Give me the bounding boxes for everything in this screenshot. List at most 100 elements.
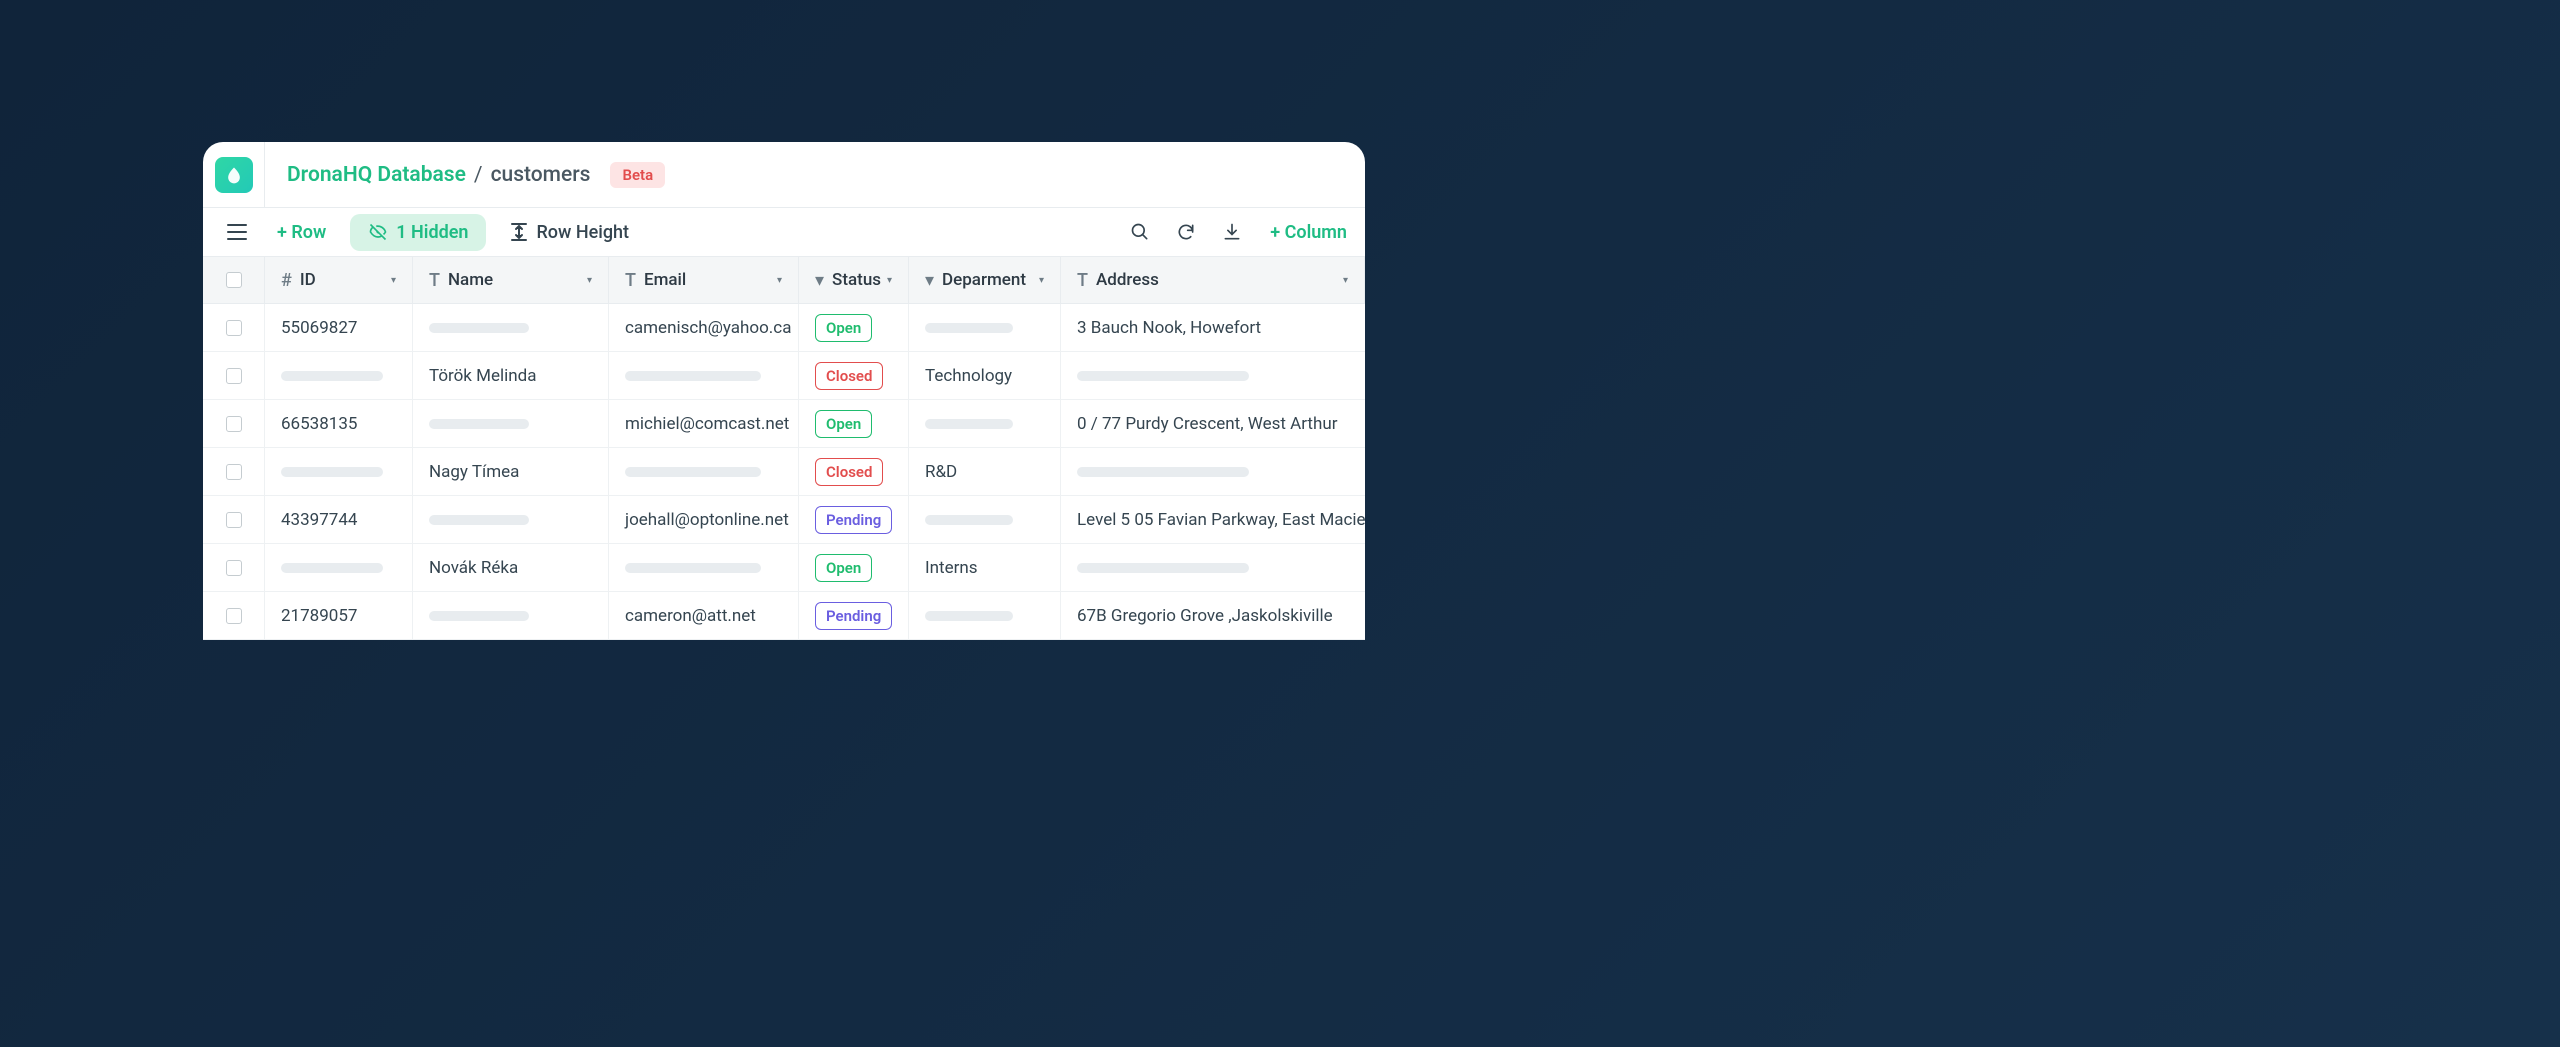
status-badge: Closed: [815, 362, 883, 390]
row-select-cell[interactable]: [203, 544, 265, 591]
row-select-cell[interactable]: [203, 400, 265, 447]
row-height-label: Row Height: [536, 222, 629, 243]
column-header-email[interactable]: T Email ▾: [609, 257, 799, 303]
add-column-button[interactable]: + Column: [1262, 222, 1347, 243]
checkbox-icon[interactable]: [226, 560, 242, 576]
cell-id[interactable]: 43397744: [265, 496, 413, 543]
checkbox-icon[interactable]: [226, 512, 242, 528]
cell-name[interactable]: [413, 400, 609, 447]
cell-status[interactable]: Pending: [799, 496, 909, 543]
skeleton-placeholder: [1077, 371, 1249, 381]
checkbox-icon[interactable]: [226, 608, 242, 624]
row-select-cell[interactable]: [203, 448, 265, 495]
column-header-id[interactable]: # ID ▾: [265, 257, 413, 303]
cell-status[interactable]: Pending: [799, 592, 909, 639]
cell-name[interactable]: Novák Réka: [413, 544, 609, 591]
cell-address[interactable]: 0 / 77 Purdy Crescent, West Arthur: [1061, 400, 1365, 447]
cell-status[interactable]: Open: [799, 544, 909, 591]
table-row[interactable]: 55069827 camenisch@yahoo.caOpen 3 Bauch No…: [203, 304, 1365, 352]
column-header-status[interactable]: ▾ Status ▾: [799, 257, 909, 303]
cell-id[interactable]: [265, 352, 413, 399]
skeleton-placeholder: [625, 371, 761, 381]
cell-status[interactable]: Open: [799, 400, 909, 447]
cell-address[interactable]: 67B Gregorio Grove ,Jaskolskiville: [1061, 592, 1365, 639]
cell-email[interactable]: cameron@att.net: [609, 592, 799, 639]
cell-department[interactable]: [909, 304, 1061, 351]
chevron-down-icon[interactable]: ▾: [587, 275, 592, 286]
column-label: Address: [1096, 270, 1159, 290]
filter-icon: ▾: [925, 270, 934, 291]
text-type-icon: T: [429, 270, 440, 291]
chevron-down-icon[interactable]: ▾: [887, 275, 892, 286]
checkbox-icon[interactable]: [226, 272, 242, 288]
cell-name[interactable]: [413, 592, 609, 639]
table-row[interactable]: 21789057 cameron@att.netPending 67B Gregor…: [203, 592, 1365, 640]
row-select-cell[interactable]: [203, 592, 265, 639]
text-type-icon: T: [1077, 270, 1088, 291]
cell-department[interactable]: [909, 400, 1061, 447]
cell-status[interactable]: Closed: [799, 352, 909, 399]
table-row[interactable]: Novák Réka OpenInterns: [203, 544, 1365, 592]
checkbox-icon[interactable]: [226, 416, 242, 432]
column-header-address[interactable]: T Address ▾: [1061, 257, 1365, 303]
chevron-down-icon[interactable]: ▾: [391, 275, 396, 286]
select-all-cell[interactable]: [203, 257, 265, 303]
cell-email[interactable]: [609, 544, 799, 591]
row-height-button[interactable]: Row Height: [500, 216, 639, 249]
cell-email[interactable]: michiel@comcast.net: [609, 400, 799, 447]
cell-id[interactable]: [265, 544, 413, 591]
cell-id[interactable]: 55069827: [265, 304, 413, 351]
cell-name[interactable]: Török Melinda: [413, 352, 609, 399]
skeleton-placeholder: [281, 467, 383, 477]
cell-email[interactable]: [609, 448, 799, 495]
table-row[interactable]: 66538135 michiel@comcast.netOpen 0 / 77 Pu…: [203, 400, 1365, 448]
cell-department[interactable]: [909, 592, 1061, 639]
cell-department[interactable]: Technology: [909, 352, 1061, 399]
column-label: Name: [448, 270, 493, 290]
app-logo[interactable]: [215, 157, 253, 193]
cell-email[interactable]: [609, 352, 799, 399]
cell-address[interactable]: [1061, 448, 1365, 495]
cell-status[interactable]: Open: [799, 304, 909, 351]
table-row[interactable]: 43397744 joehall@optonline.netPending Leve…: [203, 496, 1365, 544]
cell-id[interactable]: 21789057: [265, 592, 413, 639]
cell-status[interactable]: Closed: [799, 448, 909, 495]
download-icon[interactable]: [1216, 216, 1248, 248]
row-select-cell[interactable]: [203, 352, 265, 399]
cell-department[interactable]: Interns: [909, 544, 1061, 591]
cell-address[interactable]: [1061, 352, 1365, 399]
chevron-down-icon[interactable]: ▾: [1343, 275, 1348, 286]
row-select-cell[interactable]: [203, 496, 265, 543]
column-header-department[interactable]: ▾ Deparment ▾: [909, 257, 1061, 303]
checkbox-icon[interactable]: [226, 320, 242, 336]
cell-email[interactable]: camenisch@yahoo.ca: [609, 304, 799, 351]
column-label: Status: [832, 270, 881, 290]
cell-email[interactable]: joehall@optonline.net: [609, 496, 799, 543]
chevron-down-icon[interactable]: ▾: [1039, 275, 1044, 286]
row-select-cell[interactable]: [203, 304, 265, 351]
column-header-name[interactable]: T Name ▾: [413, 257, 609, 303]
cell-address[interactable]: [1061, 544, 1365, 591]
cell-address[interactable]: Level 5 05 Favian Parkway, East Macie: [1061, 496, 1365, 543]
skeleton-placeholder: [925, 419, 1013, 429]
table-row[interactable]: Nagy Tímea Closed R&D: [203, 448, 1365, 496]
cell-address[interactable]: 3 Bauch Nook, Howefort: [1061, 304, 1365, 351]
search-icon[interactable]: [1124, 216, 1156, 248]
cell-department[interactable]: R&D: [909, 448, 1061, 495]
refresh-icon[interactable]: [1170, 216, 1202, 248]
checkbox-icon[interactable]: [226, 464, 242, 480]
status-badge: Closed: [815, 458, 883, 486]
cell-name[interactable]: [413, 496, 609, 543]
breadcrumb-root[interactable]: DronaHQ Database: [287, 163, 466, 187]
menu-icon[interactable]: [221, 218, 253, 246]
add-row-button[interactable]: + Row: [267, 216, 336, 249]
cell-department[interactable]: [909, 496, 1061, 543]
chevron-down-icon[interactable]: ▾: [777, 275, 782, 286]
cell-id[interactable]: [265, 448, 413, 495]
table-row[interactable]: Török Melinda Closed Technology: [203, 352, 1365, 400]
hidden-columns-button[interactable]: 1 Hidden: [350, 214, 486, 251]
checkbox-icon[interactable]: [226, 368, 242, 384]
cell-name[interactable]: [413, 304, 609, 351]
cell-name[interactable]: Nagy Tímea: [413, 448, 609, 495]
cell-id[interactable]: 66538135: [265, 400, 413, 447]
